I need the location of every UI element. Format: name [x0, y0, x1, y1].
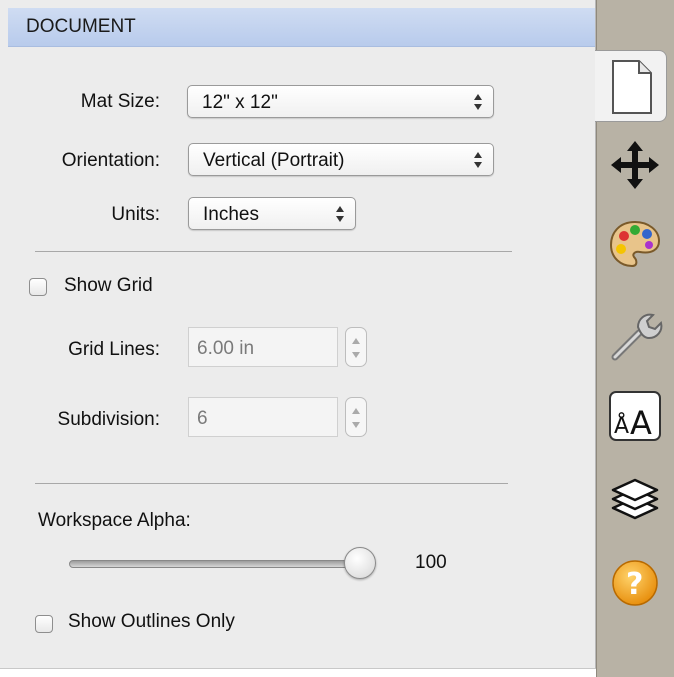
subdivision-value: 6: [197, 408, 208, 429]
workspace-alpha-slider-knob[interactable]: [344, 547, 376, 579]
tab-move[interactable]: [605, 135, 665, 195]
show-grid-label: Show Grid: [64, 275, 153, 296]
units-label: Units:: [111, 204, 160, 225]
panel-title: DOCUMENT: [26, 16, 136, 37]
tab-document[interactable]: [595, 50, 667, 122]
subdivision-field[interactable]: 6: [188, 397, 338, 437]
grid-lines-label: Grid Lines:: [68, 339, 160, 360]
layers-icon: [611, 478, 659, 520]
workspace-alpha-label: Workspace Alpha:: [38, 510, 191, 531]
mat-size-select[interactable]: 12" x 12": [187, 85, 494, 118]
mat-size-value: 12" x 12": [202, 92, 278, 113]
stepper-down-icon: [352, 422, 360, 428]
updown-arrows-icon: [335, 203, 345, 225]
tab-layers[interactable]: [605, 470, 665, 530]
document-icon: [612, 60, 652, 114]
wrench-icon: [611, 313, 663, 361]
tab-palette[interactable]: [605, 214, 665, 274]
tab-text[interactable]: Å A: [605, 386, 665, 446]
workspace-alpha-value: 100: [415, 552, 447, 573]
svg-text:A: A: [630, 404, 652, 442]
svg-text:?: ?: [626, 567, 643, 602]
tab-tools[interactable]: [605, 305, 665, 365]
show-outlines-label: Show Outlines Only: [68, 611, 235, 632]
mat-size-label: Mat Size:: [80, 91, 160, 112]
tab-help[interactable]: ?: [605, 553, 665, 613]
orientation-value: Vertical (Portrait): [203, 150, 345, 171]
svg-text:Å: Å: [614, 412, 629, 439]
move-icon: [611, 141, 659, 189]
divider: [35, 251, 512, 252]
stepper-up-icon: [352, 408, 360, 414]
palette-icon: [609, 220, 661, 268]
divider: [35, 483, 508, 484]
workspace-alpha-slider[interactable]: [69, 560, 369, 568]
orientation-select[interactable]: Vertical (Portrait): [188, 143, 494, 176]
sidebar-tabs: Å A ?: [595, 0, 674, 677]
panel-header: DOCUMENT: [8, 8, 595, 47]
help-icon: ?: [612, 560, 658, 606]
grid-lines-stepper[interactable]: [345, 327, 367, 367]
show-outlines-checkbox[interactable]: [35, 615, 53, 633]
show-grid-checkbox[interactable]: [29, 278, 47, 296]
subdivision-label: Subdivision:: [57, 409, 160, 430]
subdivision-stepper[interactable]: [345, 397, 367, 437]
updown-arrows-icon: [473, 149, 483, 171]
units-value: Inches: [203, 204, 259, 225]
grid-lines-value: 6.00 in: [197, 338, 255, 359]
document-panel: DOCUMENT Mat Size: 12" x 12" Orientation…: [0, 0, 596, 669]
grid-lines-field[interactable]: 6.00 in: [188, 327, 338, 367]
text-icon: Å A: [609, 391, 661, 442]
stepper-down-icon: [352, 352, 360, 358]
orientation-label: Orientation:: [61, 150, 160, 171]
units-select[interactable]: Inches: [188, 197, 356, 230]
updown-arrows-icon: [473, 91, 483, 113]
stepper-up-icon: [352, 338, 360, 344]
